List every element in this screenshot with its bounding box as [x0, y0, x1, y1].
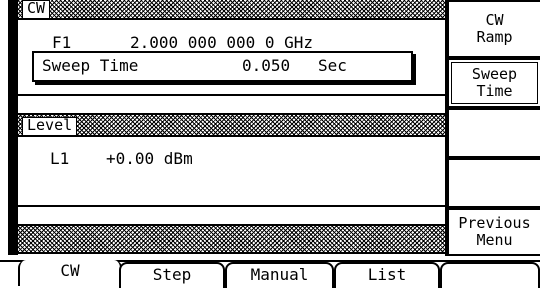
softkey-sweep-time[interactable]: Sweep Time — [447, 58, 540, 108]
sweep-time-entry[interactable]: Sweep Time 0.050 Sec — [32, 51, 413, 82]
sweep-time-label: Sweep Time — [42, 56, 139, 75]
level-panel-divider — [18, 205, 447, 207]
cw-panel-divider — [18, 94, 447, 96]
softkey-previous-menu[interactable]: Previous Menu — [447, 208, 540, 256]
tab-empty[interactable] — [440, 262, 540, 288]
tab-step[interactable]: Step — [119, 262, 225, 288]
softkey-3[interactable] — [447, 108, 540, 158]
softkey-1-line1: CW — [485, 11, 504, 29]
tab-list[interactable]: List — [334, 262, 440, 288]
cw-panel-title: CW — [22, 0, 51, 19]
level-panel-title: Level — [22, 117, 78, 136]
softkey-5-line2: Menu — [476, 231, 513, 249]
frequency-value: 2.000 000 000 0 GHz — [130, 33, 314, 52]
softkey-1-line2: Ramp — [476, 28, 513, 46]
tab-manual[interactable]: Manual — [225, 262, 334, 288]
level-value: +0.00 dBm — [106, 149, 193, 168]
softkey-4[interactable] — [447, 158, 540, 208]
status-bar — [18, 226, 447, 254]
display-area: CW F1 2.000 000 000 0 GHz Sweep Time 0.0… — [18, 0, 447, 256]
left-edge-bar — [8, 0, 18, 255]
softkey-cw-ramp[interactable]: CW Ramp — [447, 0, 540, 58]
sweep-time-unit: Sec — [318, 56, 347, 75]
level-panel-header: Level — [18, 115, 447, 137]
softkey-2-line2: Time — [476, 82, 513, 100]
sweep-time-value: 0.050 — [242, 56, 291, 75]
softkey-2-line1: Sweep — [471, 65, 518, 83]
level-label: L1 — [50, 149, 70, 168]
softkey-5-line1: Previous — [458, 214, 531, 232]
tab-cw[interactable]: CW — [18, 260, 122, 286]
cw-panel-header: CW — [18, 0, 447, 20]
frequency-label: F1 — [52, 33, 72, 52]
